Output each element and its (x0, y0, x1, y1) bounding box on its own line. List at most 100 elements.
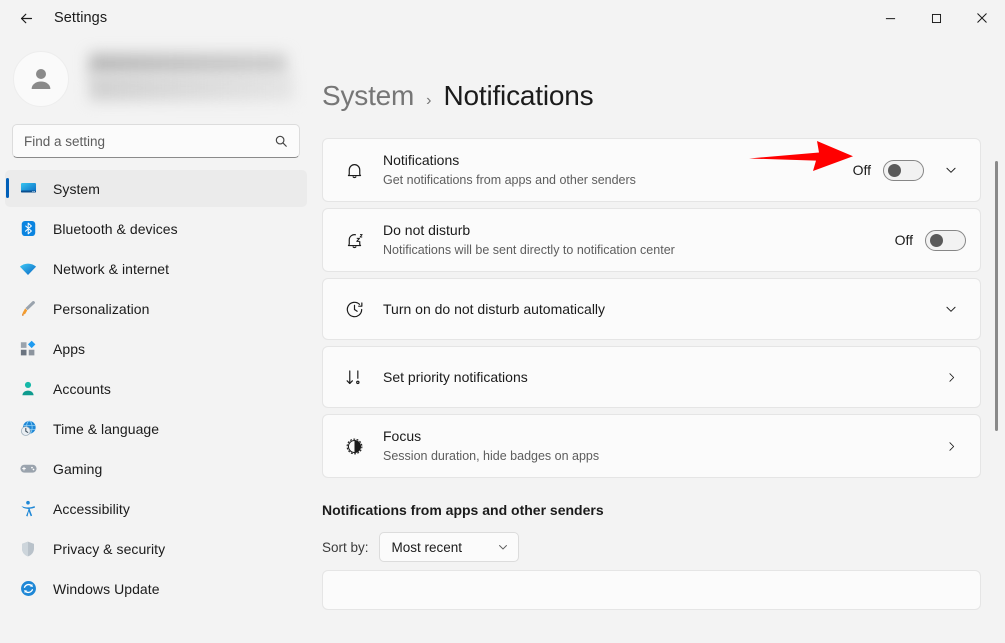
toggle-knob (888, 163, 901, 177)
navigate-focus-icon-wrap[interactable] (936, 431, 966, 461)
chevron-down-icon (498, 545, 507, 550)
card-set-priority-notifications[interactable]: Set priority notifications (322, 346, 981, 408)
bluetooth-icon (17, 218, 39, 240)
wifi-icon (17, 258, 39, 280)
card-controls: Off (895, 229, 966, 251)
navigate-priority-icon-wrap[interactable] (936, 362, 966, 392)
sidebar-item-label: Accounts (53, 380, 111, 397)
card-subtitle: Get notifications from apps and other se… (383, 173, 636, 187)
card-text: Focus Session duration, hide badges on a… (383, 415, 936, 477)
magnifier-glyph (275, 135, 287, 147)
status-badge: Off (852, 162, 871, 178)
update-icon (17, 578, 39, 600)
sidebar-item-label: Windows Update (53, 580, 160, 597)
window-controls (867, 0, 1005, 36)
apps-icon (17, 338, 39, 360)
sidebar-item-network-internet[interactable]: Network & internet (5, 250, 307, 287)
card-controls (936, 362, 966, 392)
sidebar-item-accessibility[interactable]: Accessibility (5, 490, 307, 527)
apps-section-heading: Notifications from apps and other sender… (322, 502, 604, 518)
gamepad-icon (17, 458, 39, 480)
search-icon[interactable] (269, 124, 293, 158)
sidebar-item-label: Apps (53, 340, 86, 357)
content-scrollbar[interactable] (990, 36, 1002, 643)
back-button[interactable] (8, 3, 44, 33)
card-text: Do not disturb Notifications will be sen… (383, 209, 895, 271)
sidebar-item-gaming[interactable]: Gaming (5, 450, 307, 487)
card-text: Notifications Get notifications from app… (383, 139, 853, 201)
sidebar-item-windows-update[interactable]: Windows Update (5, 570, 307, 607)
sidebar-item-accounts[interactable]: Accounts (5, 370, 307, 407)
card-controls (936, 431, 966, 461)
search-input[interactable] (12, 124, 300, 158)
sidebar-item-label: Network & internet (53, 260, 170, 277)
sidebar-item-label: Bluetooth & devices (53, 220, 178, 237)
clock-arrow-icon (339, 299, 369, 320)
maximize-icon (931, 13, 941, 23)
do-not-disturb-toggle[interactable] (925, 229, 966, 251)
shield-icon (17, 538, 39, 560)
card-notifications[interactable]: Notifications Get notifications from app… (322, 138, 981, 202)
app-notification-card-partial[interactable] (322, 570, 981, 610)
card-text: Turn on do not disturb automatically (383, 288, 924, 330)
card-controls (924, 294, 966, 324)
settings-window: Settings Find a setting System Bluetooth… (0, 0, 1005, 643)
sidebar-item-label: Gaming (53, 460, 103, 477)
notifications-toggle[interactable] (883, 159, 924, 181)
redacted-email (89, 75, 294, 101)
scrollbar-thumb[interactable] (995, 161, 998, 431)
breadcrumb: System › Notifications (322, 36, 981, 138)
sidebar-item-apps[interactable]: Apps (5, 330, 307, 367)
minimize-button[interactable] (867, 0, 913, 36)
card-text: Set priority notifications (383, 356, 936, 398)
priority-sort-icon (339, 367, 369, 388)
sidebar-item-time-language[interactable]: Time & language (5, 410, 307, 447)
chevron-right-icon (948, 372, 954, 382)
redacted-name (89, 53, 287, 75)
card-title: Notifications (383, 152, 460, 168)
sidebar-item-label: Time & language (53, 420, 160, 437)
sidebar-item-privacy-security[interactable]: Privacy & security (5, 530, 307, 567)
card-do-not-disturb[interactable]: Do not disturb Notifications will be sen… (322, 208, 981, 272)
card-title: Set priority notifications (383, 369, 528, 385)
person-icon (17, 378, 39, 400)
sidebar-item-label: Accessibility (53, 500, 130, 517)
minimize-icon (885, 17, 895, 19)
clock-globe-icon (17, 418, 39, 440)
sidebar-item-label: Personalization (53, 300, 150, 317)
sidebar-item-label: System (53, 180, 100, 197)
app-title: Settings (54, 10, 108, 26)
sort-by-label: Sort by: (322, 539, 369, 555)
person-icon (31, 69, 51, 89)
card-controls: Off (853, 155, 966, 185)
sidebar: System Bluetooth & devices (0, 36, 312, 643)
user-identity-redacted (85, 50, 294, 108)
chevron-down-icon (946, 167, 956, 173)
breadcrumb-separator: › (426, 92, 432, 109)
close-button[interactable] (959, 0, 1005, 36)
back-arrow-icon (20, 13, 32, 23)
content-column: System › Notifications Notifications Get… (312, 36, 1005, 610)
monitor-icon (17, 178, 39, 200)
user-account-block[interactable] (0, 36, 312, 118)
search-box (12, 124, 300, 158)
sidebar-item-personalization[interactable]: Personalization (5, 290, 307, 327)
chevron-down-icon (946, 306, 956, 312)
paintbrush-icon (17, 298, 39, 320)
sidebar-item-bluetooth-devices[interactable]: Bluetooth & devices (5, 210, 307, 247)
sidebar-item-label: Privacy & security (53, 540, 166, 557)
sort-by-dropdown[interactable]: Most recent (378, 532, 519, 562)
main-content: System › Notifications Notifications Get… (312, 36, 1005, 643)
breadcrumb-parent[interactable]: System (322, 80, 414, 112)
bell-sleep-icon (339, 230, 369, 251)
card-turn-on-dnd-automatically[interactable]: Turn on do not disturb automatically (322, 278, 981, 340)
card-title: Do not disturb (383, 222, 471, 238)
maximize-button[interactable] (913, 0, 959, 36)
sort-row: Sort by: Most recent (322, 532, 981, 562)
sidebar-item-system[interactable]: System (5, 170, 307, 207)
bell-icon (339, 160, 369, 181)
expand-notifications-button[interactable] (936, 155, 966, 185)
sidebar-nav: System Bluetooth & devices Network & int… (0, 170, 312, 610)
card-focus[interactable]: Focus Session duration, hide badges on a… (322, 414, 981, 478)
expand-dnd-rules-button[interactable] (936, 294, 966, 324)
